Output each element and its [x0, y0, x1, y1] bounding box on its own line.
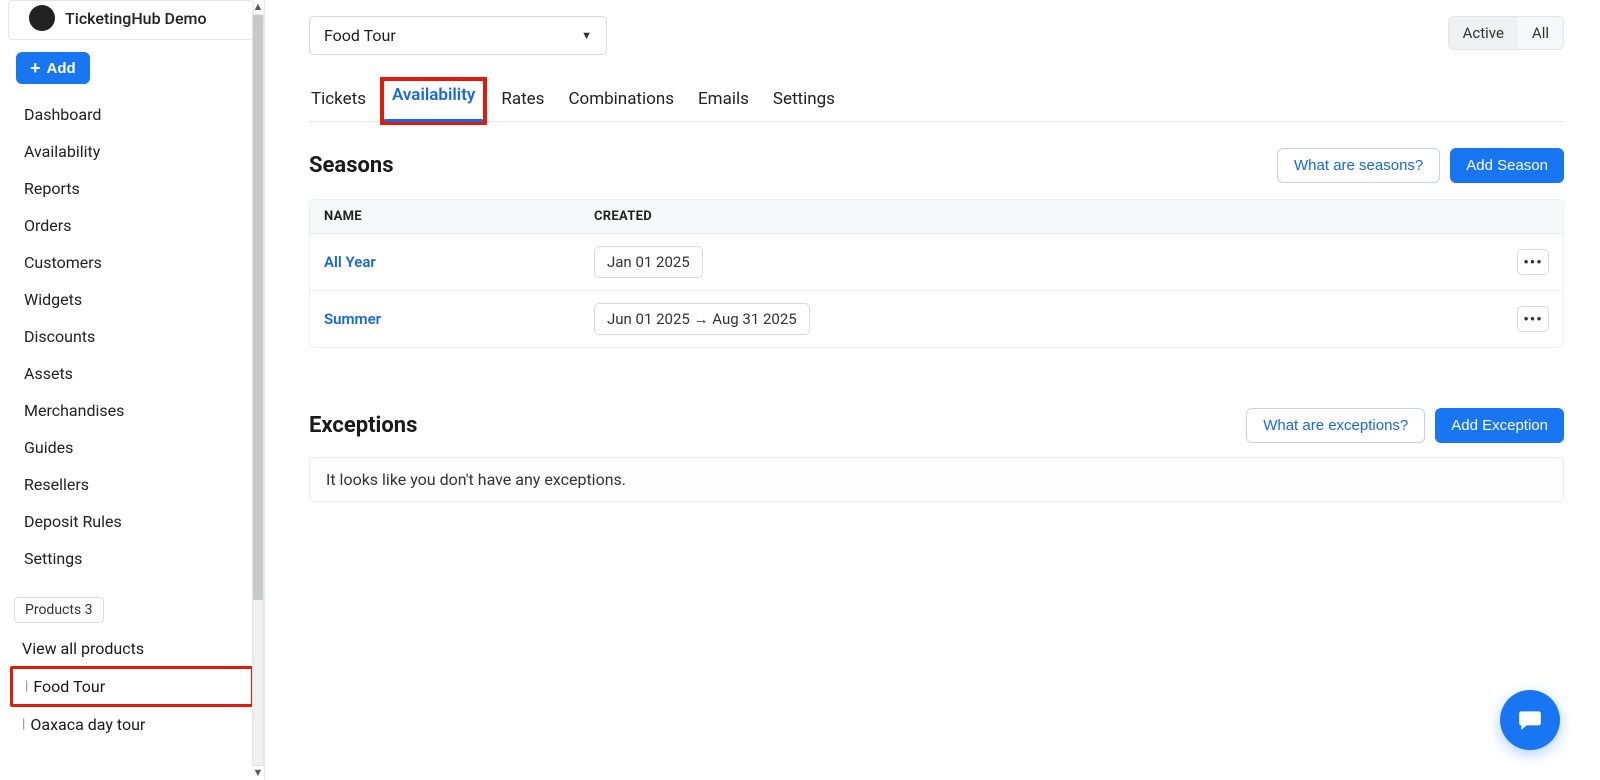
sidebar-scrollbar[interactable]: ▲ ▼: [248, 0, 268, 780]
product-oaxaca-day-tour[interactable]: || Oaxaca day tour: [10, 707, 254, 742]
plus-icon: +: [30, 59, 41, 77]
brand-icon: [29, 5, 55, 31]
nav-merchandises[interactable]: Merchandises: [10, 392, 254, 429]
status-all[interactable]: All: [1518, 17, 1563, 49]
tab-combinations[interactable]: Combinations: [566, 81, 676, 121]
product-food-tour[interactable]: || Food Tour: [10, 666, 254, 707]
nav-settings[interactable]: Settings: [10, 540, 254, 577]
scroll-down-icon[interactable]: ▼: [253, 766, 264, 780]
chat-icon: [1517, 707, 1543, 733]
tab-tickets[interactable]: Tickets: [309, 81, 368, 121]
seasons-table: NAME CREATED All Year Jan 01 2025 ••• Su…: [309, 199, 1564, 348]
products-badge[interactable]: Products 3: [14, 597, 104, 623]
product-list: View all products || Food Tour || Oaxaca…: [0, 631, 264, 762]
brand-name: TicketingHub Demo: [65, 9, 207, 28]
view-all-products-label: View all products: [22, 639, 144, 658]
product-label: Oaxaca day tour: [30, 715, 145, 734]
seasons-table-head: NAME CREATED: [310, 200, 1563, 234]
add-season-button[interactable]: Add Season: [1450, 148, 1564, 183]
product-dropdown-value: Food Tour: [324, 26, 396, 45]
scroll-up-icon[interactable]: ▲: [253, 0, 264, 14]
tab-rates[interactable]: Rates: [499, 81, 546, 121]
dots-icon: •••: [1523, 253, 1542, 271]
topbar: Food Tour ▼ Active All: [309, 16, 1564, 55]
add-button-label: Add: [47, 60, 76, 77]
status-toggle: Active All: [1448, 16, 1564, 50]
season-row: Summer Jun 01 2025 → Aug 31 2025 •••: [310, 291, 1563, 347]
season-row: All Year Jan 01 2025 •••: [310, 234, 1563, 291]
row-menu-button[interactable]: •••: [1517, 306, 1549, 332]
season-created-pill[interactable]: Jan 01 2025: [594, 246, 703, 278]
brand-selector[interactable]: TicketingHub Demo: [8, 0, 254, 40]
status-active[interactable]: Active: [1449, 17, 1518, 49]
view-all-products[interactable]: View all products: [10, 631, 254, 666]
exceptions-empty-state: It looks like you don't have any excepti…: [309, 457, 1564, 502]
tab-emails[interactable]: Emails: [696, 81, 751, 121]
nav-customers[interactable]: Customers: [10, 244, 254, 281]
season-name-link[interactable]: All Year: [324, 253, 594, 271]
add-button[interactable]: + Add: [16, 52, 90, 84]
nav-availability[interactable]: Availability: [10, 133, 254, 170]
exceptions-help-link[interactable]: What are exceptions?: [1246, 408, 1425, 443]
product-label: Food Tour: [33, 677, 105, 696]
exceptions-title: Exceptions: [309, 413, 417, 438]
exceptions-section: Exceptions What are exceptions? Add Exce…: [309, 408, 1564, 502]
scroll-thumb[interactable]: [253, 15, 263, 600]
main-content: Food Tour ▼ Active All Tickets Availabil…: [265, 0, 1600, 780]
nav-discounts[interactable]: Discounts: [10, 318, 254, 355]
nav-reports[interactable]: Reports: [10, 170, 254, 207]
tab-settings[interactable]: Settings: [771, 81, 837, 121]
season-name-link[interactable]: Summer: [324, 310, 594, 328]
chevron-down-icon: ▼: [581, 29, 592, 42]
chat-fab[interactable]: [1500, 690, 1560, 750]
nav-resellers[interactable]: Resellers: [10, 466, 254, 503]
scroll-track[interactable]: [252, 14, 264, 766]
nav-guides[interactable]: Guides: [10, 429, 254, 466]
nav-orders[interactable]: Orders: [10, 207, 254, 244]
col-created: CREATED: [594, 209, 1469, 224]
tab-availability[interactable]: Availability: [380, 77, 487, 125]
seasons-title: Seasons: [309, 153, 394, 178]
product-dropdown[interactable]: Food Tour ▼: [309, 16, 607, 55]
seasons-section: Seasons What are seasons? Add Season NAM…: [309, 148, 1564, 348]
main-nav: Dashboard Availability Reports Orders Cu…: [0, 96, 264, 577]
nav-widgets[interactable]: Widgets: [10, 281, 254, 318]
sidebar: TicketingHub Demo + Add Dashboard Availa…: [0, 0, 265, 780]
col-name: NAME: [324, 209, 594, 224]
dots-icon: •••: [1523, 310, 1542, 328]
nav-assets[interactable]: Assets: [10, 355, 254, 392]
add-exception-button[interactable]: Add Exception: [1435, 408, 1564, 443]
nav-dashboard[interactable]: Dashboard: [10, 96, 254, 133]
season-created-pill[interactable]: Jun 01 2025 → Aug 31 2025: [594, 303, 810, 335]
row-menu-button[interactable]: •••: [1517, 249, 1549, 275]
product-tabs: Tickets Availability Rates Combinations …: [309, 81, 1564, 122]
seasons-help-link[interactable]: What are seasons?: [1277, 148, 1440, 183]
nav-deposit-rules[interactable]: Deposit Rules: [10, 503, 254, 540]
